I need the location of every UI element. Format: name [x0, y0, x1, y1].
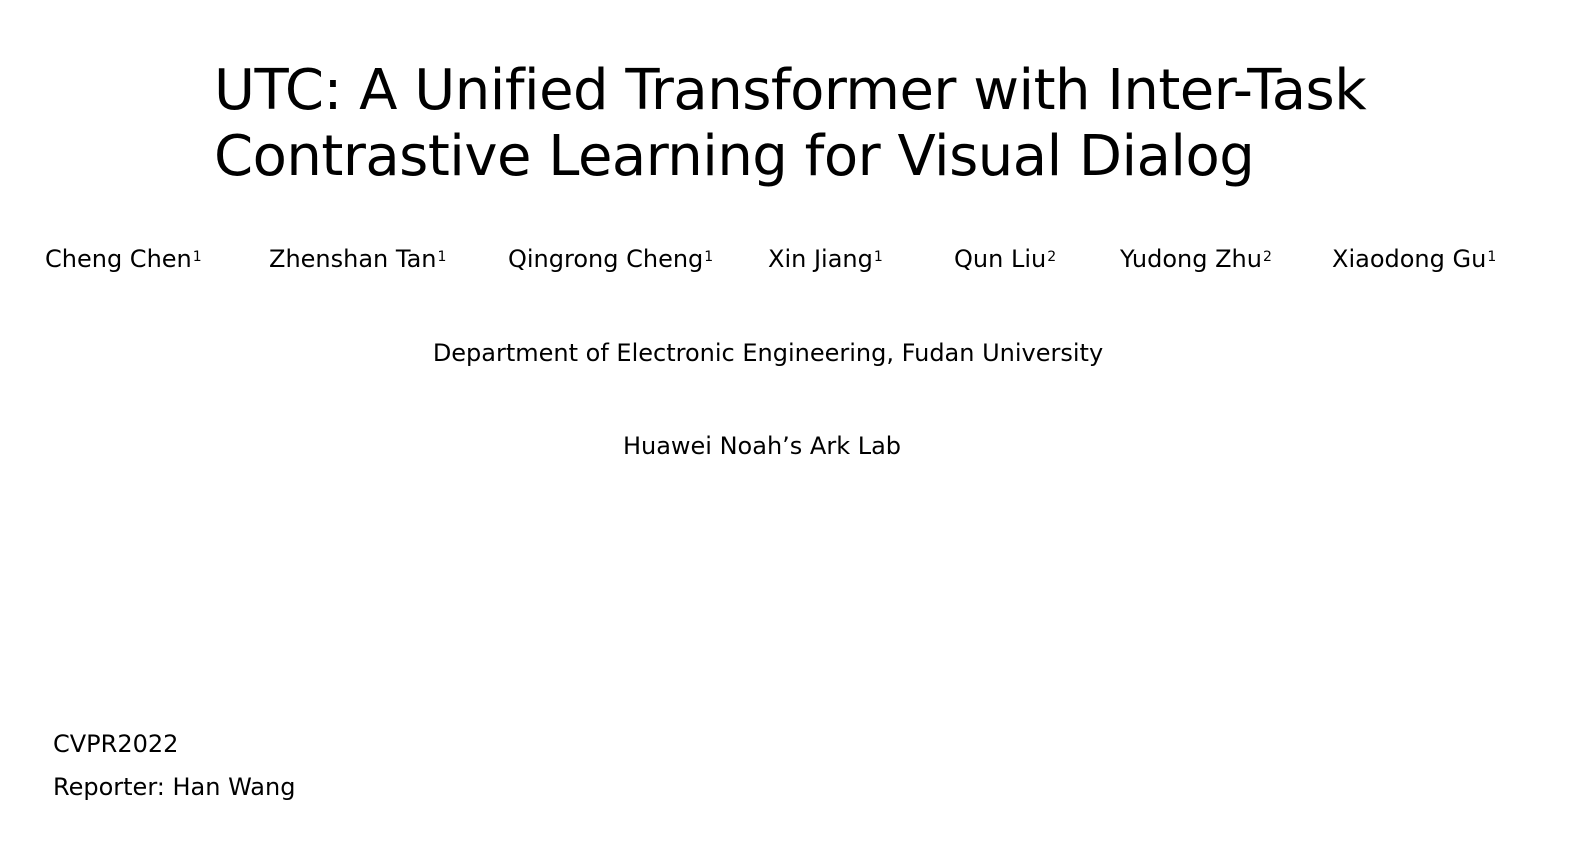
author-affiliation-mark: 2: [1262, 249, 1272, 265]
author-name: Yudong Zhu: [1120, 245, 1262, 273]
author-name: Zhenshan Tan: [269, 245, 437, 273]
affiliation-fudan: Department of Electronic Engineering, Fu…: [432, 339, 1104, 367]
title-line-1: UTC: A Unified Transformer with Inter-Ta…: [214, 58, 1367, 123]
author-5: Qun Liu2: [954, 244, 1056, 274]
author-4: Xin Jiang1: [768, 244, 883, 274]
reporter-label: Reporter: Han Wang: [53, 773, 296, 801]
slide-title: UTC: A Unified Transformer with Inter-Ta…: [214, 58, 1514, 190]
author-affiliation-mark: 1: [1487, 249, 1497, 265]
title-line-2: Contrastive Learning for Visual Dialog: [214, 124, 1255, 189]
author-affiliation-mark: 1: [192, 249, 202, 265]
author-name: Qun Liu: [954, 245, 1047, 273]
author-2: Zhenshan Tan1: [269, 244, 446, 274]
author-3: Qingrong Cheng1: [508, 244, 713, 274]
author-affiliation-mark: 1: [704, 249, 714, 265]
author-name: Cheng Chen: [45, 245, 192, 273]
author-affiliation-mark: 1: [873, 249, 883, 265]
author-affiliation-mark: 1: [437, 249, 447, 265]
venue-label: CVPR2022: [53, 730, 179, 758]
author-name: Qingrong Cheng: [508, 245, 704, 273]
author-6: Yudong Zhu2: [1120, 244, 1272, 274]
author-1: Cheng Chen1: [45, 244, 202, 274]
author-name: Xiaodong Gu: [1332, 245, 1487, 273]
author-affiliation-mark: 2: [1047, 249, 1057, 265]
affiliation-huawei: Huawei Noah’s Ark Lab: [622, 432, 902, 460]
author-name: Xin Jiang: [768, 245, 873, 273]
author-7: Xiaodong Gu1: [1332, 244, 1496, 274]
